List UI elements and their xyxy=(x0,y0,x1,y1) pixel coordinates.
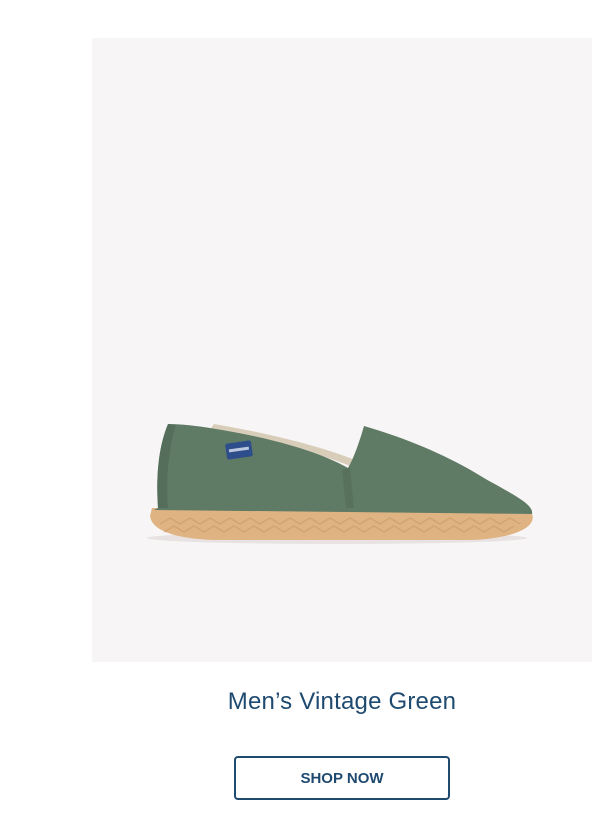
product-title[interactable]: Men’s Vintage Green xyxy=(92,688,592,716)
product-card: Men’s Vintage Green SHOP NOW xyxy=(0,0,600,832)
product-image[interactable] xyxy=(92,38,592,662)
shop-now-button[interactable]: SHOP NOW xyxy=(234,756,450,800)
espadrille-shoe-illustration xyxy=(147,424,533,544)
canvas-upper xyxy=(154,424,533,514)
